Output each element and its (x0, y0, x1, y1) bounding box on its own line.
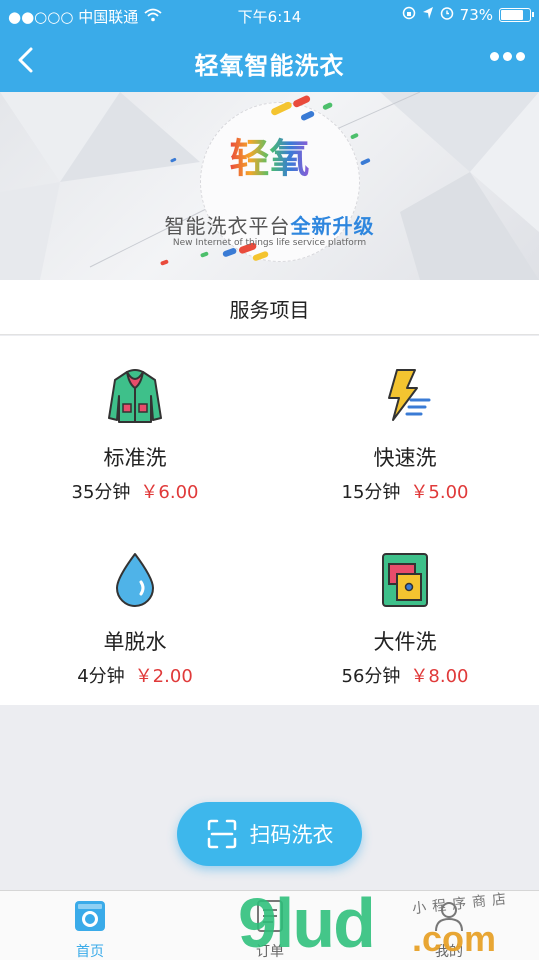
section-header: 服务项目 (0, 280, 539, 335)
service-standard-wash[interactable]: 标准洗 35分钟 ￥6.00 (0, 336, 270, 520)
service-name: 单脱水 (103, 630, 167, 654)
rotation-lock-icon (402, 6, 416, 24)
service-meta: 56分钟 ￥8.00 (270, 662, 539, 688)
service-spin-only[interactable]: 单脱水 4分钟 ￥2.00 (0, 520, 270, 704)
service-quick-wash[interactable]: 快速洗 15分钟 ￥5.00 (270, 336, 539, 520)
scan-icon (207, 819, 236, 849)
scan-button-label: 扫码洗衣 (249, 823, 334, 847)
more-dot (516, 52, 525, 61)
water-drop-icon (105, 550, 165, 610)
battery-level (501, 10, 523, 20)
service-duration: 35分钟 (71, 482, 131, 503)
watermark-logo: 9lud (238, 884, 376, 960)
location-icon (422, 6, 434, 24)
bedding-icon (375, 550, 435, 610)
service-name: 大件洗 (373, 630, 437, 654)
banner-headline: 智能洗衣平台全新升级 (0, 210, 539, 239)
page-title: 轻氧智能洗衣 (194, 52, 345, 80)
banner-headline-highlight: 全新升级 (290, 214, 375, 238)
color-streaks (160, 95, 371, 266)
lightning-icon (375, 366, 435, 426)
more-dot (490, 52, 499, 61)
service-name: 快速洗 (373, 446, 437, 470)
service-duration: 4分钟 (77, 666, 125, 687)
jacket-icon (105, 366, 165, 426)
service-meta: 4分钟 ￥2.00 (0, 662, 270, 688)
service-price: ￥5.00 (410, 482, 469, 503)
tab-label: 首页 (76, 944, 104, 960)
battery-percent: 73% (459, 6, 493, 24)
more-dot (503, 52, 512, 61)
service-name: 标准洗 (103, 446, 167, 470)
service-duration: 15分钟 (341, 482, 401, 503)
section-title: 服务项目 (229, 298, 310, 322)
washing-machine-icon (73, 899, 107, 933)
tab-home[interactable]: 首页 (0, 891, 180, 960)
alarm-icon (440, 6, 454, 24)
scan-to-wash-button[interactable]: 扫码洗衣 (177, 802, 362, 866)
banner-brand-text: 轻氧 (229, 136, 310, 182)
navigation-bar: 轻氧智能洗衣 (0, 30, 539, 92)
service-duration: 56分钟 (341, 666, 401, 687)
banner-headline-plain: 智能洗衣平台 (164, 214, 291, 238)
battery-icon (499, 8, 534, 22)
promo-banner[interactable]: 轻氧 智能洗衣平台全新升级 New Internet of things lif… (0, 92, 539, 280)
service-bulky-wash[interactable]: 大件洗 56分钟 ￥8.00 (270, 520, 539, 704)
more-button[interactable] (490, 52, 525, 61)
service-price: ￥6.00 (140, 482, 199, 503)
banner-brand: 轻氧 (0, 126, 539, 184)
watermark-suffix: .com (412, 918, 497, 959)
service-meta: 35分钟 ￥6.00 (0, 478, 270, 504)
banner-subline: New Internet of things life service plat… (172, 238, 367, 248)
services-grid: 标准洗 35分钟 ￥6.00 快速洗 15分钟 ￥5.00 单脱水 4分钟 ￥2… (0, 336, 539, 705)
status-bar: ●●○○○ 中国联通 下午6:14 73% (0, 0, 539, 30)
service-price: ￥8.00 (410, 666, 469, 687)
service-meta: 15分钟 ￥5.00 (270, 478, 539, 504)
service-price: ￥2.00 (134, 666, 193, 687)
